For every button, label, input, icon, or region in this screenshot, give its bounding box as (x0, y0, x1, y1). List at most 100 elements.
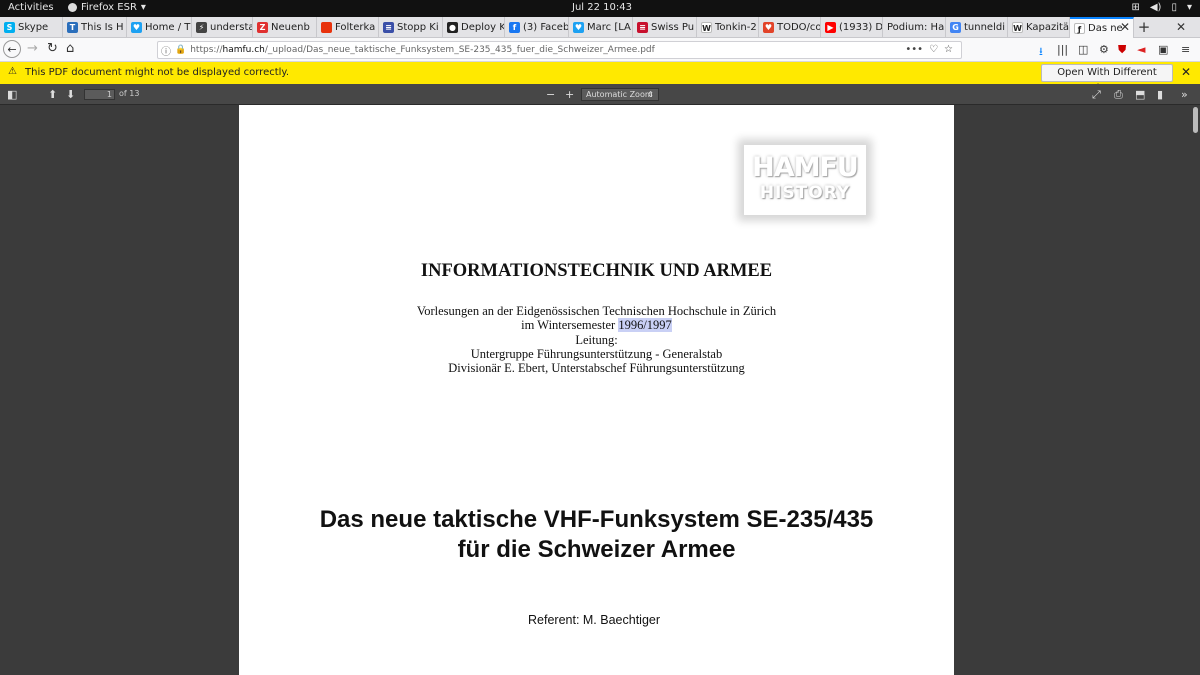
tools-icon[interactable]: » (1181, 88, 1188, 101)
bookmark-icon[interactable]: ▮ (1157, 88, 1163, 101)
close-icon[interactable]: ✕ (1181, 65, 1191, 79)
save-icon[interactable]: ⬒ (1135, 88, 1145, 101)
skype-icon: S (4, 22, 15, 33)
tab-strip: S Skype T This Is H ♥ Home / T ⚡ understa Z Neuen… (0, 17, 1200, 38)
ublock-button[interactable]: ⛊ (1118, 43, 1126, 57)
tab-13[interactable]: ♥ TODO/co (759, 17, 821, 38)
next-page-icon[interactable]: ⬇ (66, 88, 75, 101)
youtube-icon: ▶ (825, 22, 836, 33)
tab-7[interactable]: ≡ Stopp Ki (379, 17, 443, 38)
megaphone-icon: ◄ (1137, 43, 1146, 56)
tab-label: Podium: Ha (887, 22, 945, 33)
lecture-line: Vorlesungen an der Eidgenössischen Techn… (416, 304, 777, 318)
bookmark-star-icon[interactable]: ☆ (944, 44, 953, 55)
tab-1[interactable]: S Skype (0, 17, 63, 38)
tab-label: Tonkin-2 (715, 22, 757, 33)
tab-label: Stopp Ki (397, 22, 439, 33)
sidebar-toggle-icon[interactable]: ◧ (7, 88, 17, 101)
tab-label: (3) Faceb (523, 22, 569, 33)
main-heading-line-1: Das neue taktische VHF-Funksystem SE-235… (319, 506, 874, 533)
addon-button[interactable]: ▣ (1158, 43, 1168, 56)
page-actions-icon[interactable]: ••• (905, 44, 923, 55)
open-different-viewer-button[interactable]: Open With Different Viewer (1041, 64, 1173, 94)
gitlab-icon: ♥ (763, 22, 774, 33)
arrow-right-icon: → (27, 41, 38, 56)
close-window-icon[interactable]: ✕ (1176, 20, 1186, 34)
tab-label: Kapazitä (1026, 22, 1070, 33)
presentation-mode-icon[interactable]: ⤢ (1092, 88, 1101, 102)
app-menu[interactable]: Firefox ESR ▾ (68, 2, 146, 13)
tab-label: understa (210, 22, 253, 33)
forward-button[interactable]: → (27, 41, 38, 56)
clock[interactable]: Jul 22 10:43 (572, 2, 632, 13)
sidebar-button[interactable]: ◫ (1078, 43, 1088, 56)
tab-3[interactable]: ♥ Home / T (127, 17, 192, 38)
library-icon: ||| (1057, 43, 1069, 56)
tab-label: TODO/co (777, 22, 821, 33)
zoom-out-button[interactable]: − (546, 88, 555, 101)
tab-8[interactable]: ● Deploy K (443, 17, 505, 38)
tab-15[interactable]: Podium: Ha (883, 17, 946, 38)
tab-12[interactable]: W Tonkin-2 (697, 17, 759, 38)
megaphone-button[interactable]: ◄ (1137, 43, 1145, 56)
tab-9[interactable]: f (3) Faceb (505, 17, 569, 38)
tab-16[interactable]: Gtunneldi (946, 17, 1008, 38)
tab-17[interactable]: W Kapazitä (1008, 17, 1070, 38)
url-host: hamfu.ch (222, 45, 265, 55)
tab-label: Das ne (1088, 23, 1123, 34)
tab-14[interactable]: ▶(1933) De (821, 17, 883, 38)
zoom-select[interactable]: Automatic Zoom ⇕ (581, 88, 659, 101)
tab-label: Neuenb (271, 22, 310, 33)
tab-label: Swiss Pu (651, 22, 695, 33)
swiss-icon: ≡ (637, 22, 648, 33)
tab-4[interactable]: ⚡ understa (192, 17, 253, 38)
activities-button[interactable]: Activities (8, 2, 54, 13)
tab-2[interactable]: T This Is H (63, 17, 127, 38)
divisionaer-line: Divisionär E. Ebert, Unterstabschef Führ… (448, 361, 745, 375)
tab-11[interactable]: ≡ Swiss Pu (633, 17, 697, 38)
previous-page-icon[interactable]: ⬆ (48, 88, 57, 101)
back-button[interactable]: ← (3, 40, 21, 58)
pdf-toolbar: ◧ ⬆ ⬇ 1 of 13 − + Automatic Zoom ⇕ ⤢ ⎙ ⬒ … (0, 84, 1200, 105)
home-icon: ⌂ (66, 41, 75, 56)
tab-label: tunneldi (964, 22, 1005, 33)
twitter-icon: ♥ (573, 22, 584, 33)
scrollbar-thumb[interactable] (1193, 107, 1198, 133)
info-icon[interactable]: ⓘ (161, 43, 171, 58)
url-path: /_upload/Das_neue_taktische_Funksystem_S… (264, 45, 655, 55)
page-number-input[interactable]: 1 (84, 89, 115, 100)
bolt-icon: ⚡ (196, 22, 207, 33)
pdf-warning-bar: ⚠ This PDF document might not be display… (0, 62, 1200, 94)
tab-10[interactable]: ♥ Marc [LA (569, 17, 633, 38)
close-tab-icon[interactable]: ✕ (1120, 20, 1130, 34)
zoom-in-button[interactable]: + (565, 88, 574, 101)
tab-label: Home / T (145, 22, 191, 33)
google-icon: G (950, 22, 961, 33)
extension-button[interactable]: ⚙ (1099, 43, 1109, 56)
home-button[interactable]: ⌂ (66, 41, 74, 56)
reload-button[interactable]: ↻ (47, 41, 58, 56)
library-button[interactable]: ||| (1057, 43, 1068, 56)
hamburger-icon: ≡ (1181, 43, 1191, 56)
new-tab-button[interactable]: + (1134, 18, 1154, 36)
downloads-button[interactable]: ⭳ (1039, 43, 1043, 62)
print-icon[interactable]: ⎙ (1114, 88, 1123, 102)
volume-icon: ◀) (1149, 2, 1162, 13)
wikipedia-icon: W (1012, 22, 1023, 33)
url-bar[interactable]: ⓘ 🔒 https://hamfu.ch/_upload/Das_neue_ta… (157, 41, 962, 59)
tab-label: Deploy K (461, 22, 505, 33)
pocket-icon[interactable]: ♡ (929, 44, 938, 55)
hamfu-logo: HAMFU HISTORY (744, 145, 866, 215)
system-menu[interactable]: ⊞ ◀) ▯ ▾ (1131, 2, 1192, 13)
battery-icon: ▯ (1171, 2, 1177, 13)
network-icon: ⊞ (1131, 2, 1140, 13)
logo-line-1: HAMFU (752, 152, 859, 183)
facebook-icon: f (509, 22, 520, 33)
tab-5[interactable]: Z Neuenb (253, 17, 317, 38)
tab-6[interactable]: Folterka (317, 17, 379, 38)
tab-label: Marc [LA (587, 22, 631, 33)
leitung-line: Leitung: (575, 333, 618, 347)
menu-button[interactable]: ≡ (1181, 43, 1190, 56)
zoom-value: Automatic Zoom (586, 90, 653, 99)
referent: Referent: M. Baechtiger (528, 613, 661, 627)
